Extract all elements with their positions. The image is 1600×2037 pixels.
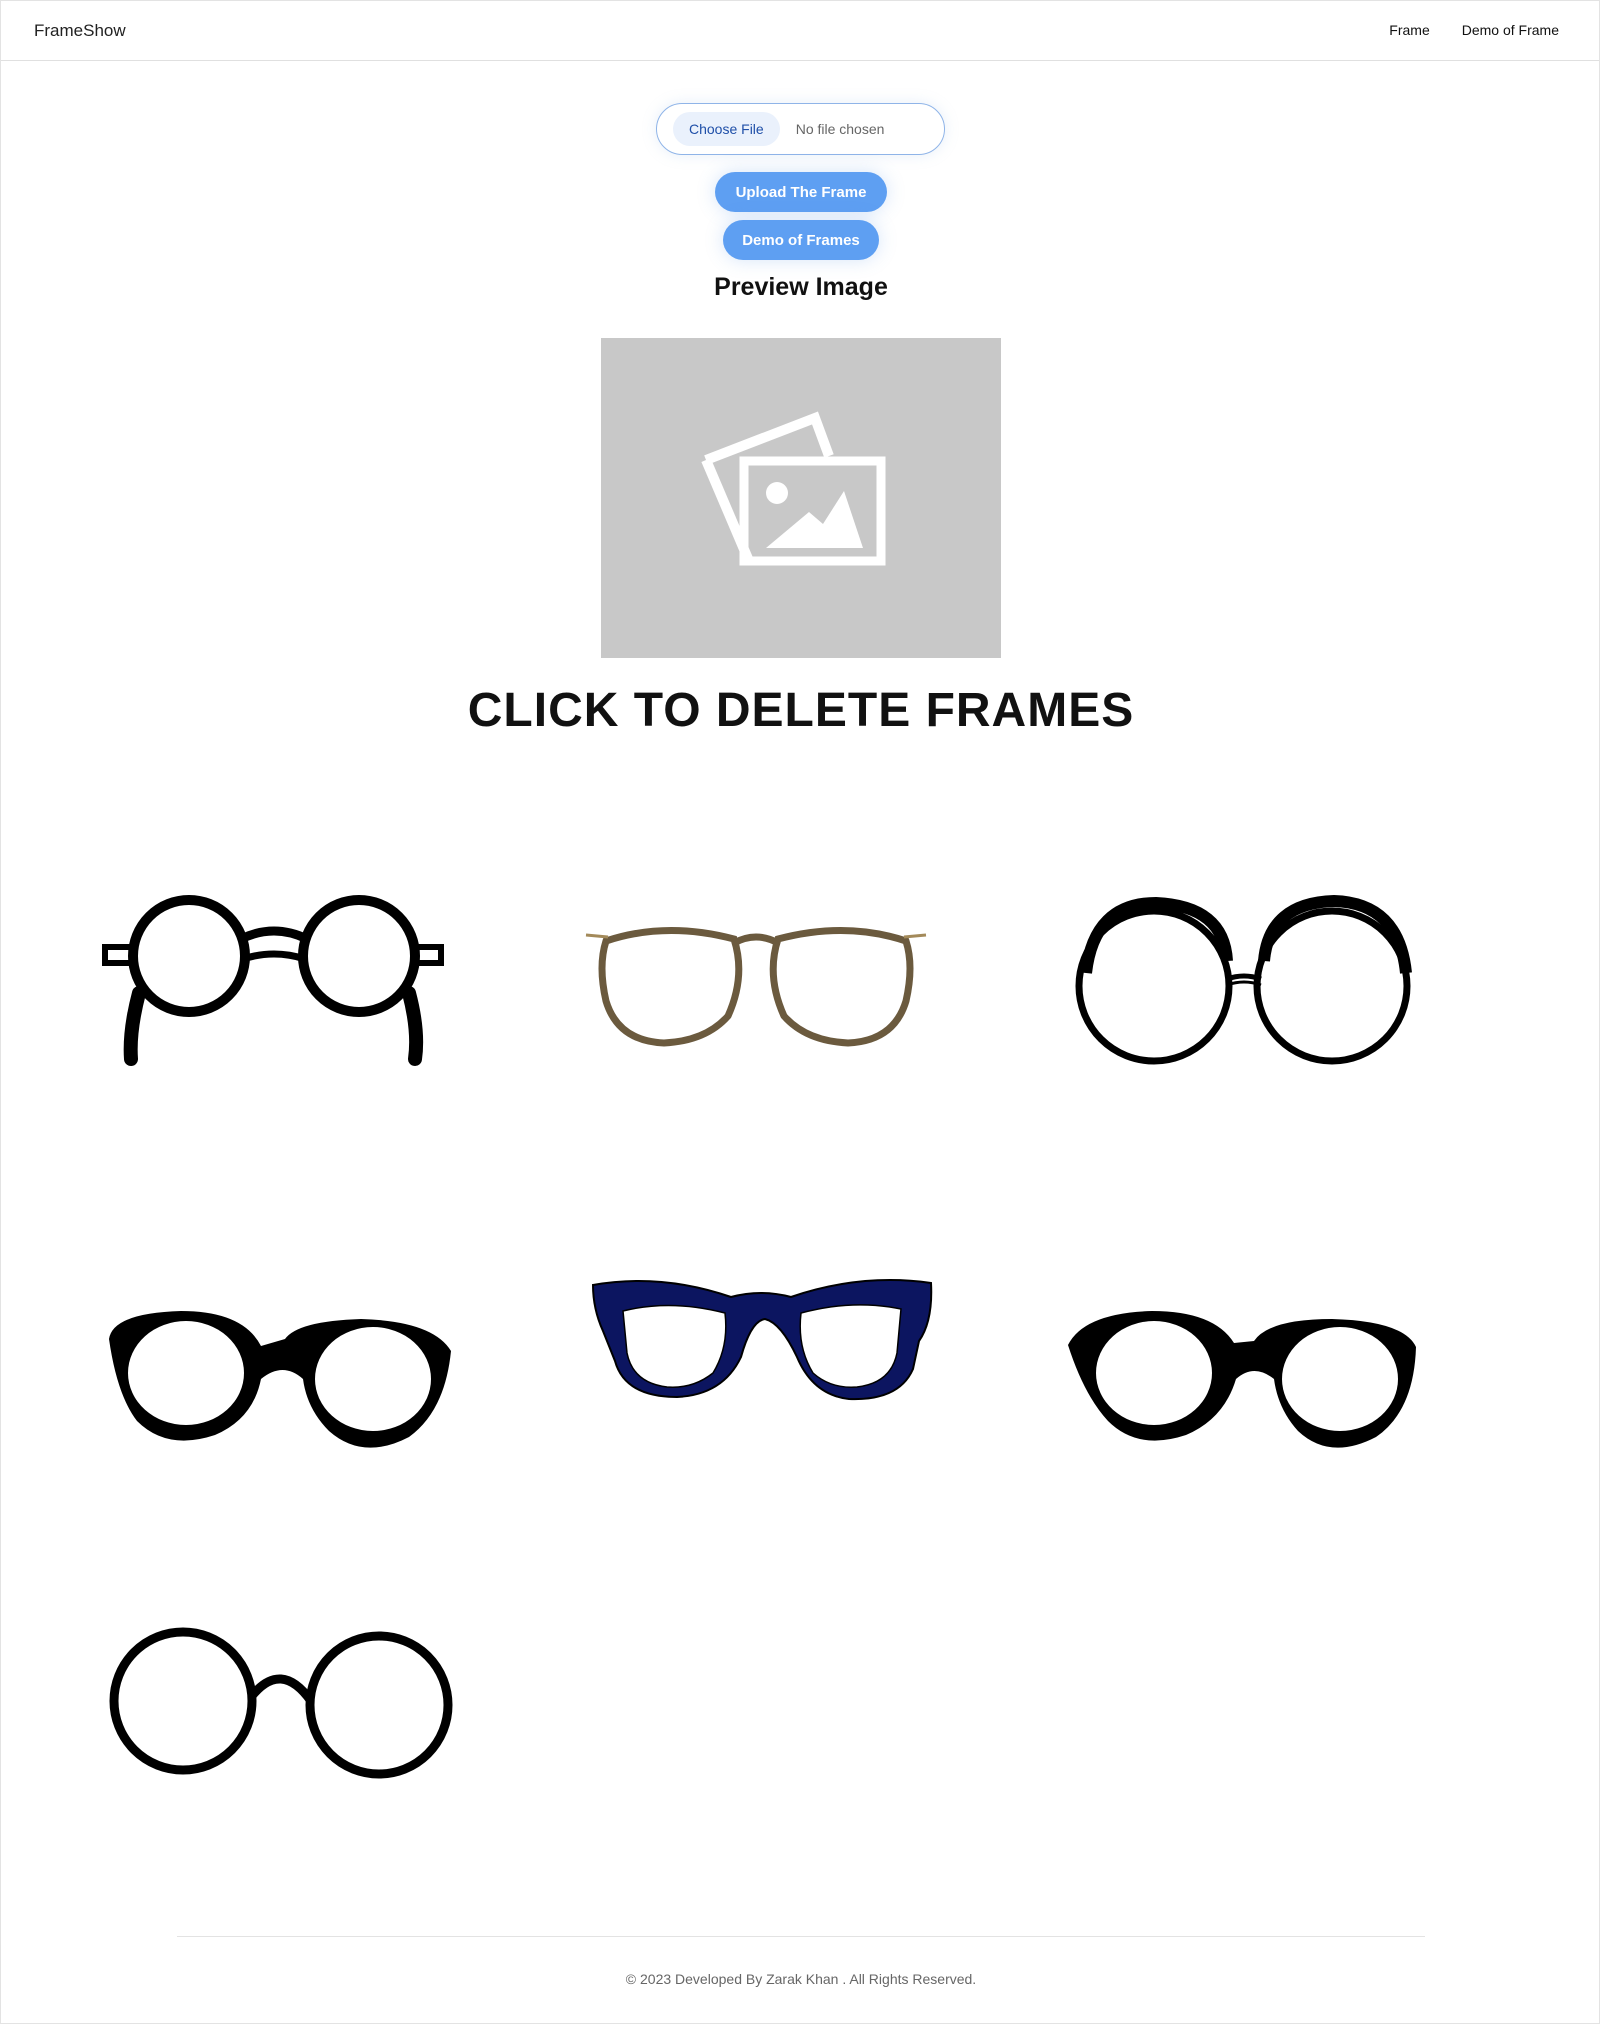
- frame-item[interactable]: [93, 881, 453, 1081]
- page: FrameShow Frame Demo of Frame Choose Fil…: [0, 0, 1600, 2024]
- brand-link[interactable]: FrameShow: [34, 21, 126, 41]
- frame-item[interactable]: [93, 1291, 453, 1491]
- nav-links: Frame Demo of Frame: [1389, 22, 1559, 38]
- frame-item[interactable]: [576, 881, 936, 1081]
- frame-item[interactable]: [93, 1601, 453, 1801]
- nav-link-frame[interactable]: Frame: [1389, 22, 1429, 38]
- round-glasses-with-temples-icon: [102, 895, 444, 1066]
- file-input[interactable]: Choose File No file chosen: [656, 103, 945, 155]
- preview-image: [601, 338, 1001, 658]
- tortoiseshell-glasses-icon: [585, 927, 927, 1047]
- navbar: FrameShow Frame Demo of Frame: [1, 1, 1599, 61]
- frame-item[interactable]: [581, 1261, 941, 1461]
- preview-title: Preview Image: [714, 273, 888, 301]
- image-placeholder-icon: [701, 411, 886, 566]
- frame-item[interactable]: [1064, 881, 1424, 1081]
- sketch-round-glasses-icon: [1075, 894, 1412, 1065]
- thick-round-glasses-icon: [1068, 1311, 1416, 1448]
- navy-wayfarer-glasses-icon: [591, 1279, 933, 1401]
- delete-frames-title: CLICK TO DELETE FRAMES: [467, 684, 1135, 737]
- thick-round-glasses-icon: [109, 1311, 451, 1448]
- footer-copyright: © 2023 Developed By Zarak Khan . All Rig…: [625, 1971, 977, 1987]
- choose-file-button[interactable]: Choose File: [673, 112, 780, 146]
- frame-item[interactable]: [1064, 1291, 1424, 1491]
- file-status-text: No file chosen: [795, 121, 885, 137]
- nav-link-demo-of-frame[interactable]: Demo of Frame: [1462, 22, 1559, 38]
- thin-round-glasses-icon: [109, 1627, 453, 1779]
- footer-divider: [177, 1936, 1425, 1937]
- upload-frame-button[interactable]: Upload The Frame: [715, 172, 887, 212]
- demo-of-frames-button[interactable]: Demo of Frames: [723, 220, 879, 260]
